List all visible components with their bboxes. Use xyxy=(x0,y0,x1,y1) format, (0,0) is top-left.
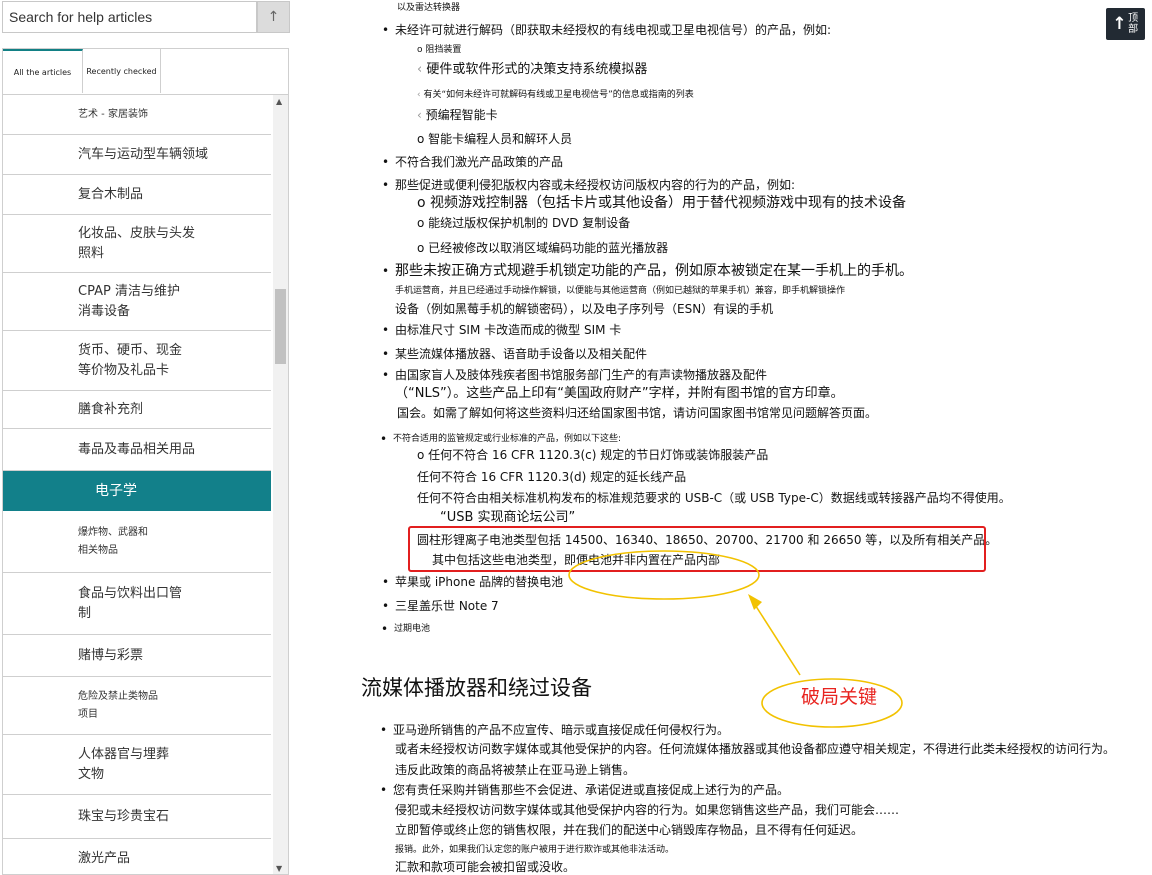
annotation-label: 破局关键 xyxy=(801,686,878,708)
annotation-arrow-head xyxy=(748,594,762,610)
annotation-arrow-line xyxy=(751,599,801,676)
annotation-overlay xyxy=(568,550,903,728)
highlight-ellipse xyxy=(568,550,760,600)
